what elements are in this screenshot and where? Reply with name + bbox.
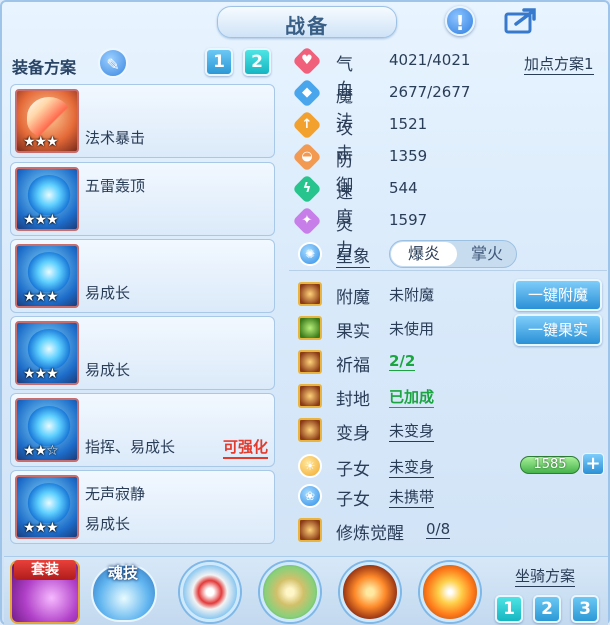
star-rating: ★★★ [23,289,59,305]
attr-value: 未使用 [389,320,435,338]
pencil-icon: ✎ [106,55,120,74]
attack-glyph: ↑ [301,117,313,132]
crystal-armor-icon: ★★★ [15,321,79,385]
attr-value: 未附魔 [389,286,435,304]
attr-name: 修炼觉醒 [336,524,404,544]
title-banner: 战备 [217,6,397,40]
attr-name: 祈福 [336,356,370,376]
transform-icon [298,418,322,442]
blessing-icon [298,350,322,374]
attr-value[interactable]: 未变身 [389,456,435,478]
help-button[interactable]: ! [445,6,475,36]
equip-slot-necklace[interactable]: ★★★ 易成长 [10,239,275,313]
attr-name: 封地 [336,390,370,410]
fire-orb-skill-icon[interactable] [420,562,480,622]
equip-effect: 易成长 [85,284,131,302]
toggle-option-blaze[interactable]: 爆炎 [391,242,457,266]
stat-value: 1359 [389,147,428,165]
equip-effect: 易成长 [85,361,131,379]
star-rating: ★★☆ [23,443,59,459]
crystal-necklace-icon: ★★★ [15,244,79,308]
fruit-all-button[interactable]: 一键果实 [514,314,602,346]
stat-value: 1597 [389,211,428,229]
enchant-all-button[interactable]: 一键附魔 [514,279,602,311]
fief-icon [298,384,322,408]
fruit-icon [298,316,322,340]
flame-crescent-skill-icon[interactable] [340,562,400,622]
stat-value: 1521 [389,115,428,133]
equip-effect: 无声寂静 [85,485,146,503]
equip-slot-helmet[interactable]: ★★★ 五雷轰顶 [10,162,275,236]
star-rating: ★★★ [23,134,59,150]
equip-slot-armor[interactable]: ★★★ 易成长 [10,316,275,390]
suit-label: 套装 [14,560,76,580]
equip-slot-boots[interactable]: ★★★ 无声寂静 易成长 [10,470,275,544]
attr-value[interactable]: 未携带 [389,486,435,508]
share-arrow-icon [504,8,536,34]
attr-value[interactable]: 未变身 [389,420,435,442]
divider [289,270,607,271]
star-sign-label: 星象 [336,242,370,268]
attr-name: 果实 [336,322,370,342]
attr-value[interactable]: 已加成 [389,386,435,408]
mount-button-2[interactable]: 2 [533,595,561,623]
equip-slot-belt[interactable]: ★★☆ 指挥、易成长 可强化 [10,393,275,467]
crystal-boots-icon: ★★★ [15,475,79,539]
equip-slot-weapon[interactable]: ★★★ 法术暴击 [10,84,275,158]
ice-pop-weapon-icon: ★★★ [15,89,79,153]
attr-name: 变身 [336,424,370,444]
attr-value[interactable]: 0/8 [426,520,451,539]
mount-button-3[interactable]: 3 [571,595,599,623]
child-paw-icon: ❀ [298,484,322,508]
stat-value: 4021/4021 [389,51,471,69]
stat-value: 2677/2677 [389,83,471,101]
crystal-helmet-icon: ★★★ [15,167,79,231]
crystal-belt-icon: ★★☆ [15,398,79,462]
child-transform-icon: ☀ [298,454,322,478]
equip-effect: 五雷轰顶 [85,177,146,195]
mount-plan-label: 坐骑方案 [515,567,576,587]
defense-glyph: ◒ [301,149,313,164]
star-rating: ★★★ [23,212,59,228]
star-sign-toggle[interactable]: 爆炎 掌火 [389,240,517,268]
equip-effect: 易成长 [85,515,131,533]
star-rating: ★★★ [23,366,59,382]
mount-button-1[interactable]: 1 [495,595,523,623]
golden-warrior-skill-icon[interactable] [260,562,320,622]
equip-effect: 法术暴击 [85,129,146,147]
soul-skill-label: 魂技 [107,564,138,582]
attr-name: 子女 [336,490,370,510]
toggle-option-palm-fire[interactable]: 掌火 [458,242,516,266]
star-sign-icon: ✺ [298,242,322,266]
star-rating: ★★★ [23,520,59,536]
page-title: 战备 [285,14,329,38]
attr-value[interactable]: 2/2 [389,352,416,371]
stat-value: 544 [389,179,418,197]
equip-effect: 指挥、易成长 [85,438,176,456]
add-point-plan-link[interactable]: 加点方案1 [524,53,594,75]
speed-glyph: ϟ [302,181,312,196]
mp-glyph: ◆ [302,85,312,100]
attr-name: 附魔 [336,288,370,308]
attr-name: 子女 [336,460,370,480]
upgradeable-link[interactable]: 可强化 [223,436,269,459]
plan-button-2[interactable]: 2 [243,48,271,76]
battle-prep-panel: 战备 ! 装备方案 ✎ 1 2 ★★★ 法术暴击 ★★★ 五雷轰顶 ★★★ 易成… [0,0,610,625]
share-icon[interactable] [502,6,540,38]
equip-plan-label: 装备方案 [12,58,77,77]
add-child-value-button[interactable]: + [582,453,604,475]
enchant-icon [298,282,322,306]
cultivation-icon [298,518,322,542]
spirit-glyph: ✦ [301,213,313,228]
edit-plan-button[interactable]: ✎ [98,48,128,78]
hp-glyph: ♥ [301,53,313,68]
plan-button-1[interactable]: 1 [205,48,233,76]
red-swirl-skill-icon[interactable] [180,562,240,622]
child-value-pill: 1585 [520,456,580,474]
